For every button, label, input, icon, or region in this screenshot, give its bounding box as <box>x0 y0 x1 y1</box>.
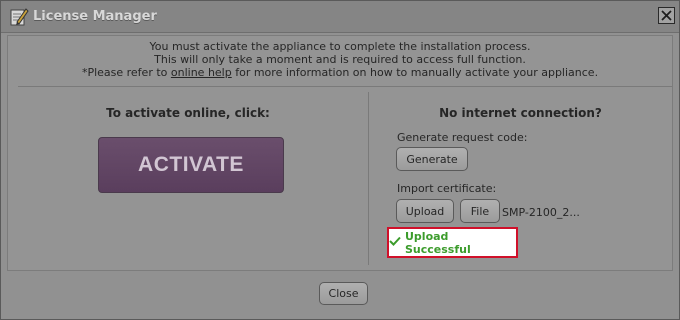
horizontal-divider <box>18 86 672 87</box>
generate-request-label: Generate request code: <box>397 131 528 144</box>
notice-line-1: You must activate the appliance to compl… <box>149 40 531 53</box>
notice-line-3: *Please refer to online help for more in… <box>8 66 672 79</box>
activate-button[interactable]: ACTIVATE <box>98 137 284 193</box>
file-button[interactable]: File <box>460 199 500 223</box>
pencil-icon <box>9 7 29 27</box>
upload-button[interactable]: Upload <box>396 199 454 223</box>
window-title: License Manager <box>33 9 157 24</box>
generate-button[interactable]: Generate <box>396 147 468 171</box>
import-certificate-label: Import certificate: <box>397 182 497 195</box>
online-activation-heading: To activate online, click: <box>106 106 270 120</box>
offline-activation-heading: No internet connection? <box>439 106 602 120</box>
title-bar[interactable]: License Manager <box>1 1 679 33</box>
selected-file-name: SMP-2100_2... <box>502 206 580 219</box>
license-manager-dialog: License Manager You must activate the ap… <box>0 0 680 320</box>
close-window-button[interactable] <box>658 7 675 24</box>
checkmark-icon <box>389 236 401 249</box>
upload-status-message: Upload Successful <box>387 227 518 258</box>
notice-line-3-suffix: for more information on how to manually … <box>231 66 599 79</box>
notice-line-2: This will only take a moment and is requ… <box>154 53 526 66</box>
close-button[interactable]: Close <box>319 282 368 305</box>
content-panel: You must activate the appliance to compl… <box>7 35 673 271</box>
activation-notice: You must activate the appliance to compl… <box>8 40 672 79</box>
upload-status-text: Upload Successful <box>405 229 471 256</box>
close-icon <box>661 10 672 21</box>
online-help-link[interactable]: online help <box>171 66 232 79</box>
notice-line-3-prefix: *Please refer to <box>81 66 171 79</box>
